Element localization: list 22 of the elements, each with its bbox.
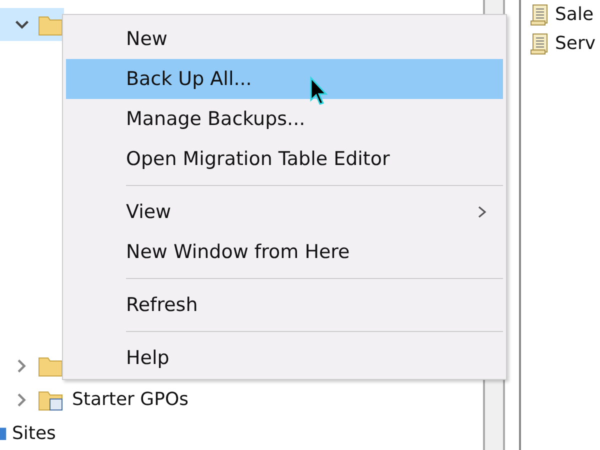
folder-icon xyxy=(38,355,64,378)
menu-item[interactable]: New Window from Here xyxy=(66,232,503,272)
folder-icon xyxy=(38,14,64,36)
list-item-label: Sale xyxy=(555,4,594,25)
mouse-pointer-icon xyxy=(309,76,329,106)
menu-item[interactable]: New xyxy=(66,19,503,59)
list-item[interactable]: Serv xyxy=(529,29,600,58)
folder-icon xyxy=(38,388,64,411)
tree-item[interactable]: Starter GPOs xyxy=(0,383,189,417)
menu-item[interactable]: Manage Backups... xyxy=(66,99,503,139)
list-item[interactable]: Sale xyxy=(529,0,600,29)
scroll-icon xyxy=(529,2,549,26)
list-item-label: Serv xyxy=(555,33,596,54)
menu-item[interactable]: Refresh xyxy=(66,285,503,325)
tree-item-label: Starter GPOs xyxy=(72,389,189,410)
menu-item[interactable]: Open Migration Table Editor xyxy=(66,139,503,179)
menu-item[interactable]: Help xyxy=(66,338,503,378)
menu-item[interactable]: Back Up All... xyxy=(66,59,503,99)
scroll-icon xyxy=(529,32,549,56)
tree-item-label: Sites xyxy=(12,422,56,444)
tree-item[interactable]: Sites xyxy=(0,416,56,450)
menu-item[interactable]: View xyxy=(66,192,503,232)
